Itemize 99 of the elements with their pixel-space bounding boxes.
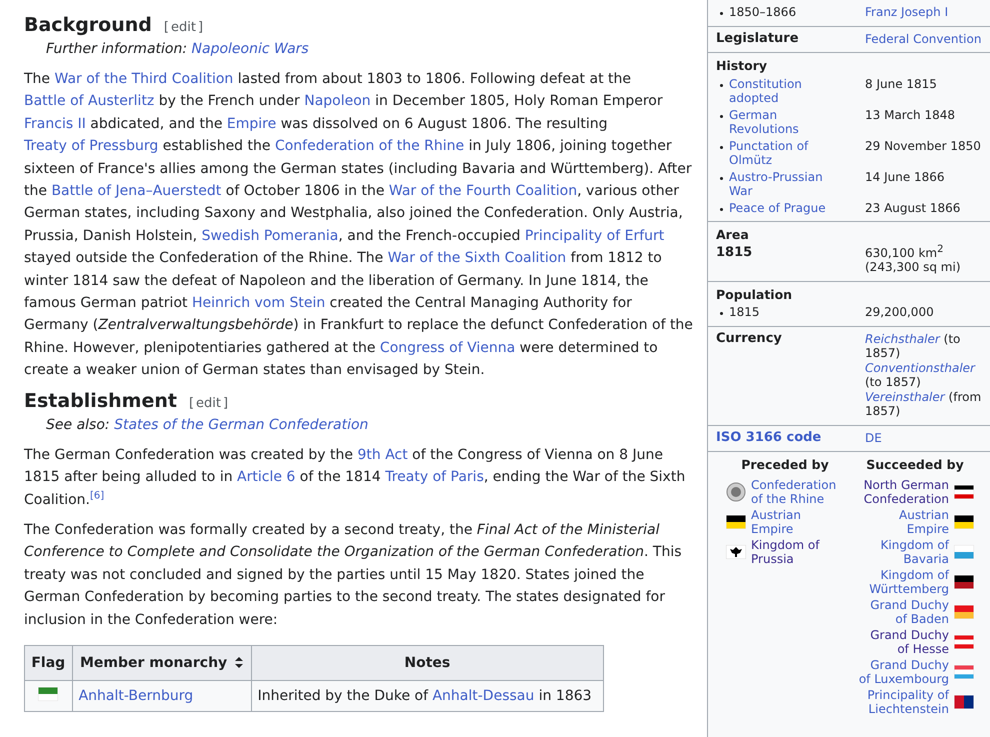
link[interactable]: Battle of Jena–Auerstedt [51, 183, 222, 200]
link[interactable]: Confederation of the Rhine [274, 138, 464, 154]
link[interactable]: Battle of Austerlitz [24, 93, 154, 110]
infobox-section-title: History [716, 59, 768, 74]
succeeded-by-heading: Succeeded by [865, 458, 965, 472]
link[interactable]: Grand Duchy of Luxembourg [856, 658, 949, 686]
infobox-section-title: Area [716, 228, 750, 242]
section-heading: Background [24, 14, 152, 36]
infobox-value: 8 June 1815 [865, 76, 938, 92]
link[interactable]: Congress of Vienna [380, 340, 516, 356]
infobox-section-title: Population [716, 288, 794, 302]
flag-icon [954, 665, 974, 679]
link[interactable]: Article 6 [237, 469, 296, 486]
link[interactable]: Napoleonic Wars [192, 41, 309, 57]
infobox-value: 630,100 km$^{2}$ (243,300 sq mi) [865, 246, 962, 274]
link[interactable]: German Revolutions [729, 108, 829, 136]
flag-icon [726, 515, 746, 529]
link[interactable]: Punctation of Olmütz [729, 138, 829, 168]
link[interactable]: Principality of Liechtenstein [856, 688, 949, 716]
column-header: Flag [24, 645, 72, 680]
seal-icon [726, 482, 746, 502]
link[interactable]: Anhalt-Dessau [432, 688, 534, 704]
link[interactable]: Austrian Empire [751, 508, 844, 536]
edit-bracket: ] [198, 20, 204, 35]
infobox-value: 29 November 1850 [865, 138, 982, 154]
link[interactable]: Franz Joseph I [865, 5, 948, 19]
eagle-flag-icon [726, 545, 746, 559]
flag-icon [954, 485, 974, 499]
sort-icon[interactable] [235, 657, 244, 668]
link[interactable]: North German Confederation [856, 478, 949, 506]
hatnote: Further information: Napoleonic Wars [46, 40, 310, 59]
infobox-value: 23 August 1866 [865, 200, 962, 215]
citation-link[interactable]: [6] [90, 490, 104, 501]
infobox-value: 29,200,000 [865, 305, 935, 320]
table-cell: Inherited by the Duke of Anhalt-Dessau in 1863 [251, 680, 604, 712]
bullet-icon [720, 12, 723, 15]
bullet-icon [720, 176, 723, 180]
flag-icon [954, 695, 974, 709]
link[interactable]: Kingdom of Prussia [751, 538, 844, 566]
link[interactable]: Napoleon [304, 93, 371, 110]
link[interactable]: Federal Convention [865, 32, 982, 46]
infobox-label: 1850–1866 [729, 5, 796, 20]
infobox-label: Legislature [716, 32, 799, 46]
flag-icon [38, 686, 58, 701]
edit-bracket: [ [188, 396, 194, 411]
flag-icon [954, 545, 974, 559]
flag-icon [954, 635, 974, 649]
paragraph: The Confederation was formally created by a second treaty, the Final Act of the Ministerial Conference to Complete and Consolidate the Organization of the German Confederation. This treaty was not concluded and signed by the parties until 15 May 1820. States joined the German Confederation by becoming parties to the second treaty. The states designated for inclusion in the Confederation were: [24, 520, 683, 630]
section-heading: Establishment [24, 390, 177, 412]
hatnote: See also: States of the German Confederation [46, 416, 370, 435]
link[interactable]: States of the German Confederation [114, 416, 368, 433]
infobox-label: 1815 [716, 246, 752, 260]
bullet-icon [720, 312, 723, 315]
link[interactable]: Constitution adopted [729, 76, 829, 106]
edit-link[interactable]: edit [196, 396, 221, 411]
link[interactable]: Austro-Prussian War [729, 170, 829, 198]
link[interactable]: Peace of Prague [729, 200, 826, 215]
link[interactable]: DE [865, 430, 882, 444]
flag-icon [954, 575, 974, 589]
bullet-icon [720, 114, 723, 118]
column-header[interactable]: Member monarchy [72, 645, 252, 680]
link[interactable]: Treaty of Paris [385, 469, 484, 486]
link[interactable]: Principality of Erfurt [524, 228, 664, 244]
link[interactable]: ISO 3166 code [716, 430, 822, 445]
infobox-value: Reichsthaler (to 1857) Conventionsthaler (to 1857) Vereinsthaler (from 1857) [865, 332, 982, 418]
bullet-icon [720, 84, 723, 86]
infobox-label: Currency [716, 332, 782, 346]
link[interactable]: Conventionsthaler [865, 360, 975, 374]
link[interactable]: Vereinsthaler [865, 390, 945, 404]
edit-bracket: ] [223, 396, 228, 411]
link[interactable]: Confederation of the Rhine [751, 478, 844, 506]
link[interactable]: Treaty of Pressburg [24, 138, 158, 154]
link[interactable]: Kingdom of Württemberg [856, 568, 949, 596]
link[interactable]: Heinrich vom Stein [192, 295, 326, 312]
column-header: Notes [251, 645, 604, 680]
infobox-value: 13 March 1848 [865, 108, 956, 124]
link[interactable]: Reichsthaler [865, 332, 940, 346]
link[interactable]: 9th Act [357, 446, 408, 463]
edit-link[interactable]: edit [170, 20, 196, 35]
link[interactable]: War of the Sixth Coalition [388, 250, 566, 266]
link[interactable]: Grand Duchy of Hesse [856, 628, 949, 656]
link[interactable]: War of the Third Coalition [54, 71, 234, 87]
flag-icon [954, 515, 974, 529]
flag-icon [954, 605, 974, 619]
link[interactable]: Empire [226, 116, 276, 132]
paragraph: The German Confederation was created by the 9th Act of the Congress of Vienna on 8 June 1815 after being alluded to in Article 6 of the 1814 Treaty of Paris, ending the War of the Sixth Coalition.$^{[6]}$ [24, 446, 686, 510]
paragraph: The War of the Third Coalition lasted from about 1803 to 1806. Following defeat at the Battle of Austerlitz by the French under Napoleon in December 1805, Holy Roman Emperor Francis II abdicated, and the Empire was dissolved on 6 August 1806. The resulting Treaty of Pressburg established the Confederation of the Rhine in July 1806, joining together sixteen of France's allies among the German states (including Bavaria and Württemberg). After the Battle of Jena–Auerstedt of October 1806 in the War of the Fourth Coalition, various other German states, including Saxony and Westphalia, also joined the Confederation. Only Austria, Prussia, Danish Holstein, Swedish Pomerania, and the French-occupied Principality of Erfurt stayed outside the Confederation of the Rhine. The War of the Sixth Coalition from 1812 to winter 1814 saw the defeat of Napoleon and the liberation of Germany. In June 1814, the famous German patriot Heinrich vom Stein created the Central Managing Authority for Germany (Zentralverwaltungsbehörde) in Frankfurt to replace the defunct Confederation of the Rhine. However, plenipotentiaries gathered at the Congress of Vienna were determined to create a weaker union of German states than envisaged by Stein. [24, 70, 694, 380]
link[interactable]: Kingdom of Bavaria [856, 538, 949, 566]
infobox-value: 14 June 1866 [865, 170, 946, 186]
infobox-label: 1815 [729, 305, 760, 320]
link[interactable]: Francis II [24, 116, 86, 132]
link[interactable]: War of the Fourth Coalition [388, 183, 578, 200]
link[interactable]: Swedish Pomerania [202, 228, 338, 244]
bullet-icon [720, 208, 723, 210]
link[interactable]: Grand Duchy of Baden [856, 598, 949, 626]
preceded-by-heading: Preceded by [740, 458, 830, 472]
link[interactable]: Austrian Empire [856, 508, 949, 536]
edit-bracket: [ [164, 20, 169, 35]
bullet-icon [720, 146, 723, 148]
